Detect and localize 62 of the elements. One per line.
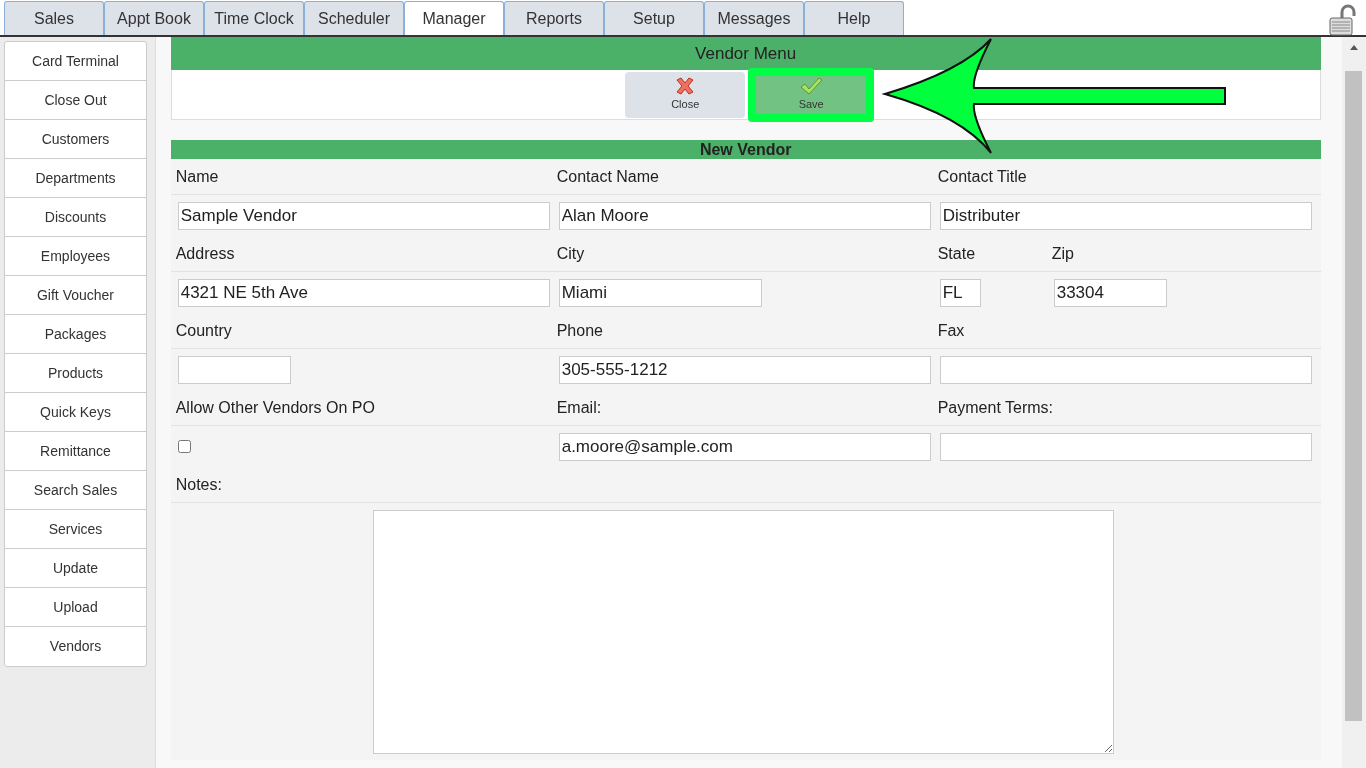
- checkbox[interactable]: [177, 440, 191, 453]
- nav-tab[interactable]: Messages: [704, 1, 804, 35]
- field-label: Allow Other Vendors On PO: [175, 398, 375, 416]
- sidebar-item[interactable]: Vendors: [5, 627, 146, 666]
- field-label: Email:: [556, 398, 602, 416]
- sidebar-item[interactable]: Quick Keys: [5, 393, 146, 432]
- checkmark-icon: [799, 76, 824, 97]
- input-field[interactable]: Sample Vendor: [177, 201, 550, 230]
- field-label: State: [937, 244, 976, 262]
- scroll-up-icon[interactable]: [1348, 43, 1359, 51]
- nav-tab[interactable]: Help: [804, 1, 904, 35]
- scrollbar[interactable]: [1341, 37, 1366, 768]
- input-field[interactable]: 33304: [1053, 278, 1167, 307]
- input-field[interactable]: 4321 NE 5th Ave: [177, 278, 550, 307]
- sidebar-item[interactable]: Services: [5, 510, 146, 549]
- nav-tab[interactable]: Sales: [4, 1, 104, 35]
- sidebar-item[interactable]: Update: [5, 549, 146, 588]
- input-field[interactable]: a.moore@sample.com: [558, 432, 931, 461]
- menu-header: Vendor Menu: [170, 37, 1321, 70]
- nav-tab[interactable]: Setup: [604, 1, 704, 35]
- sidebar-item[interactable]: Products: [5, 354, 146, 393]
- input-field[interactable]: [177, 355, 291, 384]
- nav-tab[interactable]: Appt Book: [104, 1, 204, 35]
- sidebar-item[interactable]: Search Sales: [5, 471, 146, 510]
- sidebar-item[interactable]: Packages: [5, 315, 146, 354]
- nav-tab[interactable]: Time Clock: [204, 1, 304, 35]
- form-header: New Vendor: [170, 140, 1321, 159]
- nav-tab[interactable]: Scheduler: [304, 1, 404, 35]
- sidebar-item[interactable]: Employees: [5, 237, 146, 276]
- input-field[interactable]: Miami: [558, 278, 762, 307]
- toolbar-button[interactable]: Save: [748, 67, 875, 122]
- sidebar-item[interactable]: Gift Voucher: [5, 276, 146, 315]
- sidebar-item[interactable]: Departments: [5, 159, 146, 198]
- input-field[interactable]: Alan Moore: [558, 201, 931, 230]
- field-label: Fax: [937, 321, 965, 339]
- field-label: Phone: [556, 321, 603, 339]
- field-label: Country: [175, 321, 232, 339]
- sidebar-item[interactable]: Close Out: [5, 81, 146, 120]
- input-field[interactable]: FL: [939, 278, 981, 307]
- notes-field[interactable]: [372, 510, 1114, 754]
- input-field[interactable]: [939, 355, 1312, 384]
- field-label: Contact Title: [937, 167, 1027, 185]
- sidebar-item[interactable]: Card Terminal: [5, 42, 146, 81]
- sidebar-item[interactable]: Discounts: [5, 198, 146, 237]
- field-label: City: [556, 244, 585, 262]
- nav-tab[interactable]: Reports: [504, 1, 604, 35]
- input-field[interactable]: [939, 432, 1312, 461]
- sidebar-item[interactable]: Upload: [5, 588, 146, 627]
- padlock-icon[interactable]: [1328, 4, 1356, 36]
- input-field[interactable]: 305-555-1212: [558, 355, 931, 384]
- sidebar-item[interactable]: Customers: [5, 120, 146, 159]
- field-label: Name: [175, 167, 219, 185]
- field-label: Notes:: [175, 474, 222, 495]
- toolbar-button[interactable]: Close: [625, 71, 746, 118]
- field-label: Payment Terms:: [937, 398, 1053, 416]
- field-label: Zip: [1051, 244, 1074, 262]
- field-label: Address: [175, 244, 235, 262]
- nav-tab[interactable]: Manager: [404, 1, 504, 35]
- scrollbar-thumb[interactable]: [1345, 71, 1363, 721]
- sidebar-item[interactable]: Remittance: [5, 432, 146, 471]
- field-label: Contact Name: [556, 167, 659, 185]
- input-field[interactable]: Distributer: [939, 201, 1312, 230]
